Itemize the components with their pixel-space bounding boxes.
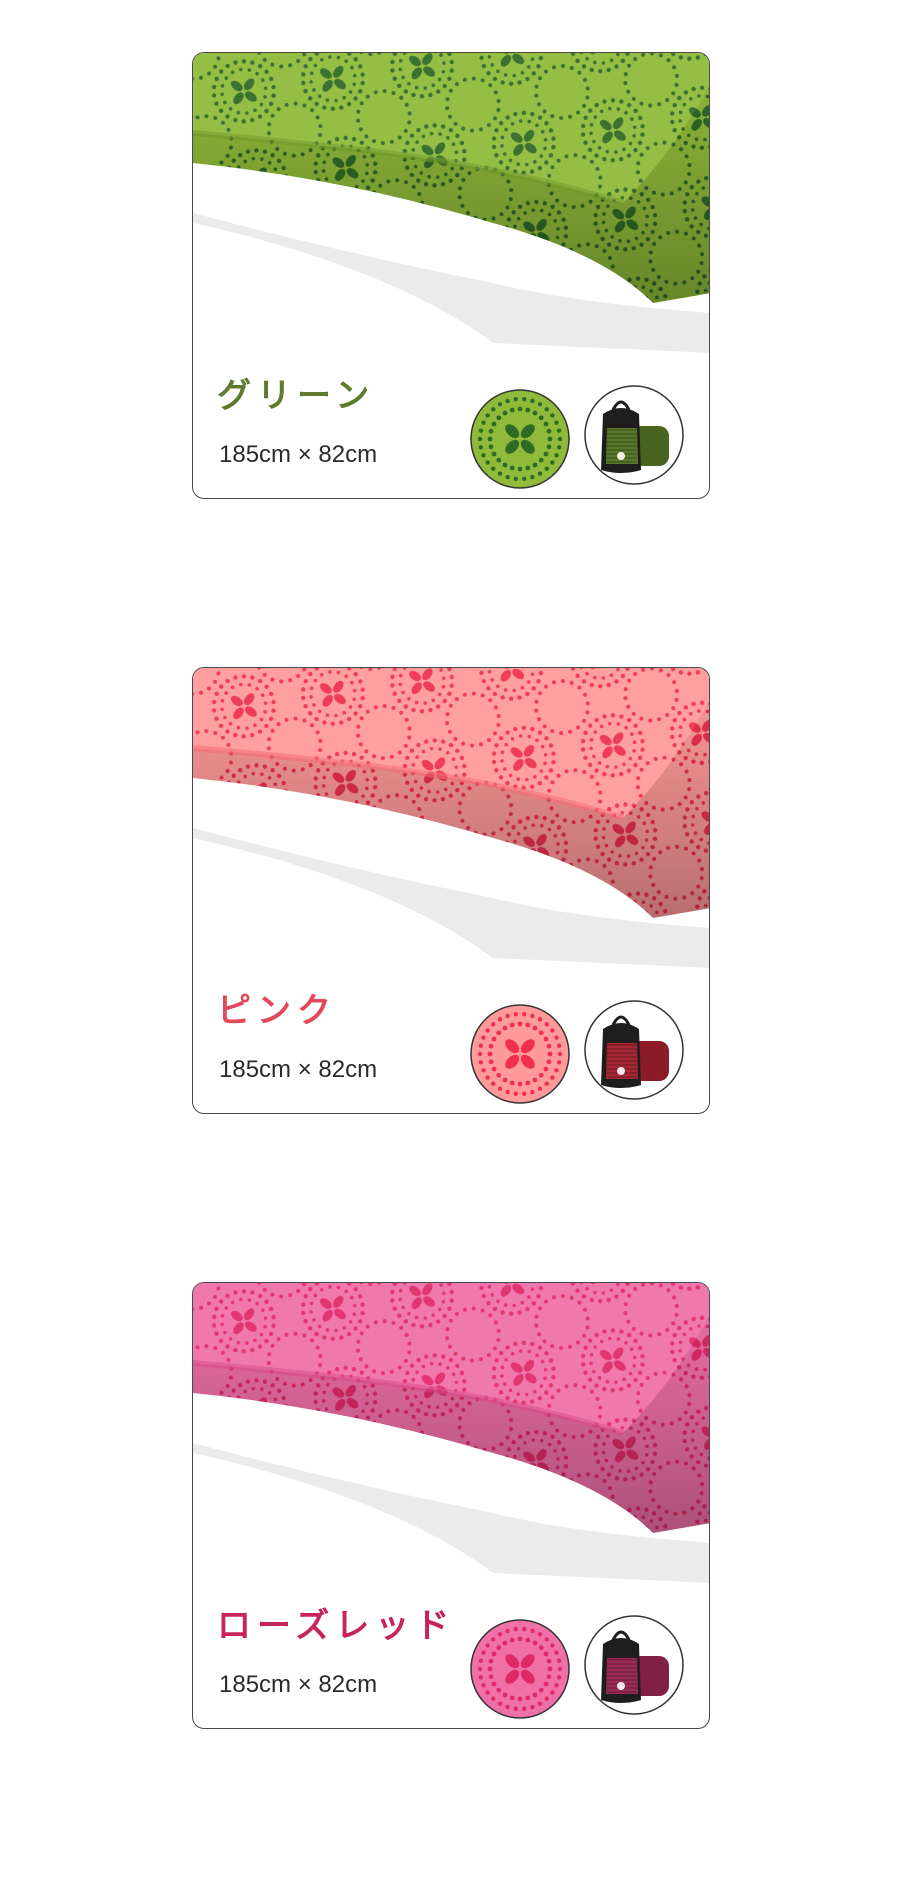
color-name: グリーン bbox=[217, 376, 376, 416]
size-label: 185cm × 82cm bbox=[219, 1056, 378, 1083]
folded-towel-image bbox=[193, 1283, 709, 1583]
pattern-swatch bbox=[470, 389, 570, 489]
color-name: ローズレッド bbox=[217, 1606, 456, 1646]
carry-bag-thumbnail bbox=[584, 1000, 684, 1100]
folded-towel-image bbox=[193, 668, 709, 968]
size-label: 185cm × 82cm bbox=[219, 441, 378, 468]
product-card-green: グリーン 185cm × 82cm bbox=[192, 52, 710, 499]
size-label: 185cm × 82cm bbox=[219, 1671, 378, 1698]
pattern-swatch bbox=[470, 1004, 570, 1104]
carry-bag-thumbnail bbox=[584, 1615, 684, 1715]
pattern-swatch bbox=[470, 1619, 570, 1719]
product-card-pink: ピンク 185cm × 82cm bbox=[192, 667, 710, 1114]
color-name: ピンク bbox=[217, 991, 337, 1031]
folded-towel-image bbox=[193, 53, 709, 353]
carry-bag-thumbnail bbox=[584, 385, 684, 485]
product-card-rose-red: ローズレッド 185cm × 82cm bbox=[192, 1282, 710, 1729]
